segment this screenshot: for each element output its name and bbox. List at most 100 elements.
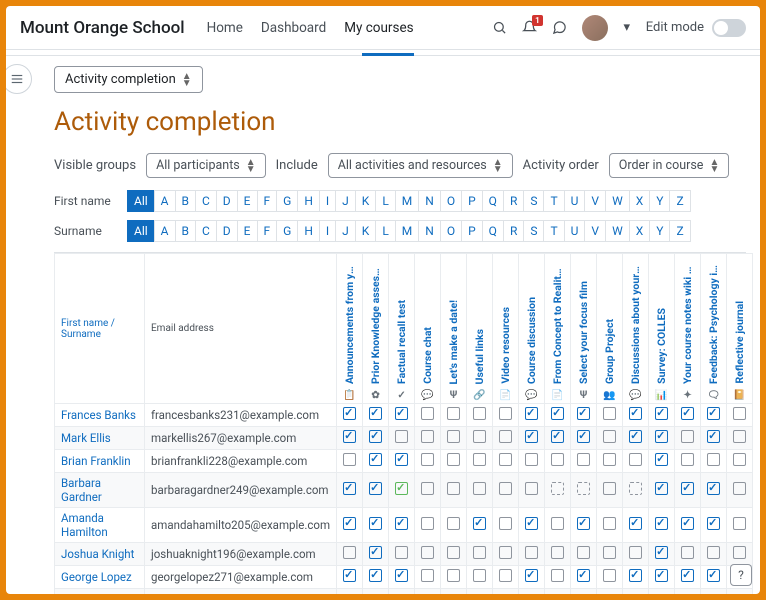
completion-cell[interactable] — [675, 589, 701, 595]
completion-cell[interactable] — [701, 427, 727, 450]
completion-cell[interactable] — [519, 427, 545, 450]
col-header-activity[interactable]: Course chat💬 — [415, 254, 441, 404]
completion-cell[interactable] — [337, 589, 363, 595]
completion-cell[interactable] — [675, 543, 701, 566]
completion-cell[interactable] — [493, 450, 519, 473]
completion-cell[interactable] — [363, 450, 389, 473]
completion-checkbox[interactable] — [577, 546, 590, 559]
completion-cell[interactable] — [727, 589, 753, 595]
completion-checkbox[interactable] — [551, 517, 564, 530]
completion-cell[interactable] — [571, 450, 597, 473]
completion-checkbox[interactable] — [681, 407, 694, 420]
alpha-letter[interactable]: H — [297, 190, 320, 212]
alpha-letter[interactable]: O — [440, 190, 462, 212]
completion-cell[interactable] — [363, 543, 389, 566]
alpha-letter[interactable]: N — [418, 190, 441, 212]
completion-cell[interactable] — [597, 566, 623, 589]
alpha-letter[interactable]: Z — [669, 220, 690, 242]
alpha-letter[interactable]: I — [319, 190, 336, 212]
completion-checkbox[interactable] — [369, 517, 382, 530]
completion-checkbox[interactable] — [577, 453, 590, 466]
completion-cell[interactable] — [727, 450, 753, 473]
completion-checkbox[interactable] — [629, 546, 642, 559]
completion-checkbox[interactable] — [655, 482, 668, 495]
completion-checkbox[interactable] — [603, 546, 616, 559]
completion-cell[interactable] — [467, 508, 493, 543]
col-header-activity[interactable]: Course discussion💬 — [519, 254, 545, 404]
completion-checkbox[interactable] — [551, 569, 564, 582]
completion-checkbox[interactable] — [655, 407, 668, 420]
completion-cell[interactable] — [415, 427, 441, 450]
include-select[interactable]: All activities and resources▲▼ — [328, 153, 513, 178]
completion-cell[interactable] — [493, 404, 519, 427]
alpha-letter[interactable]: K — [355, 220, 377, 242]
completion-checkbox[interactable] — [629, 430, 642, 443]
completion-checkbox[interactable] — [447, 517, 460, 530]
completion-checkbox[interactable] — [343, 517, 356, 530]
completion-cell[interactable] — [675, 473, 701, 508]
alpha-letter[interactable]: Y — [649, 220, 670, 242]
completion-checkbox[interactable] — [681, 569, 694, 582]
completion-cell[interactable] — [545, 543, 571, 566]
completion-cell[interactable] — [493, 566, 519, 589]
completion-checkbox[interactable] — [525, 546, 538, 559]
completion-cell[interactable] — [571, 404, 597, 427]
alpha-letter[interactable]: X — [629, 220, 651, 242]
alpha-letter[interactable]: P — [461, 190, 483, 212]
completion-checkbox[interactable] — [525, 482, 538, 495]
completion-checkbox[interactable] — [707, 546, 720, 559]
completion-cell[interactable] — [363, 404, 389, 427]
student-name-link[interactable]: Anthony Ramirez — [61, 592, 103, 594]
completion-checkbox[interactable] — [707, 430, 720, 443]
completion-checkbox[interactable] — [473, 453, 486, 466]
student-name-link[interactable]: George Lopez — [61, 570, 132, 584]
completion-cell[interactable] — [571, 508, 597, 543]
completion-checkbox[interactable] — [551, 546, 564, 559]
visible-groups-select[interactable]: All participants▲▼ — [146, 153, 266, 178]
completion-checkbox[interactable] — [447, 407, 460, 420]
completion-cell[interactable] — [623, 543, 649, 566]
alpha-letter[interactable]: E — [237, 190, 258, 212]
completion-checkbox[interactable] — [733, 407, 746, 420]
completion-checkbox[interactable] — [681, 546, 694, 559]
col-header-activity[interactable]: Discussions about your ...💬 — [623, 254, 649, 404]
completion-checkbox[interactable] — [499, 546, 512, 559]
completion-checkbox[interactable] — [577, 430, 590, 443]
completion-cell[interactable] — [337, 404, 363, 427]
completion-checkbox[interactable] — [629, 482, 642, 495]
completion-cell[interactable] — [337, 508, 363, 543]
student-name-link[interactable]: Frances Banks — [61, 408, 136, 422]
completion-cell[interactable] — [675, 566, 701, 589]
alpha-letter[interactable]: Z — [669, 190, 690, 212]
completion-checkbox[interactable] — [681, 453, 694, 466]
completion-cell[interactable] — [493, 508, 519, 543]
completion-checkbox[interactable] — [473, 407, 486, 420]
alpha-letter[interactable]: B — [175, 220, 196, 242]
alpha-letter[interactable]: Q — [482, 220, 504, 242]
completion-checkbox[interactable] — [473, 482, 486, 495]
messages-icon[interactable] — [552, 20, 568, 36]
completion-cell[interactable] — [389, 404, 415, 427]
completion-checkbox[interactable] — [343, 546, 356, 559]
completion-checkbox[interactable] — [395, 407, 408, 420]
completion-checkbox[interactable] — [733, 482, 746, 495]
completion-checkbox[interactable] — [343, 482, 356, 495]
completion-cell[interactable] — [389, 427, 415, 450]
alpha-letter[interactable]: V — [584, 220, 606, 242]
completion-checkbox[interactable] — [629, 517, 642, 530]
completion-cell[interactable] — [571, 589, 597, 595]
completion-cell[interactable] — [415, 543, 441, 566]
activity-order-select[interactable]: Order in course▲▼ — [609, 153, 730, 178]
completion-cell[interactable] — [545, 566, 571, 589]
completion-checkbox[interactable] — [499, 482, 512, 495]
completion-checkbox[interactable] — [707, 569, 720, 582]
completion-cell[interactable] — [415, 566, 441, 589]
col-header-activity[interactable]: Group Project👥 — [597, 254, 623, 404]
alpha-letter[interactable]: N — [418, 220, 441, 242]
completion-checkbox[interactable] — [629, 407, 642, 420]
completion-checkbox[interactable] — [603, 482, 616, 495]
completion-cell[interactable] — [493, 427, 519, 450]
completion-cell[interactable] — [415, 404, 441, 427]
completion-cell[interactable] — [519, 473, 545, 508]
col-header-activity[interactable]: Reflective journal📔 — [727, 254, 753, 404]
